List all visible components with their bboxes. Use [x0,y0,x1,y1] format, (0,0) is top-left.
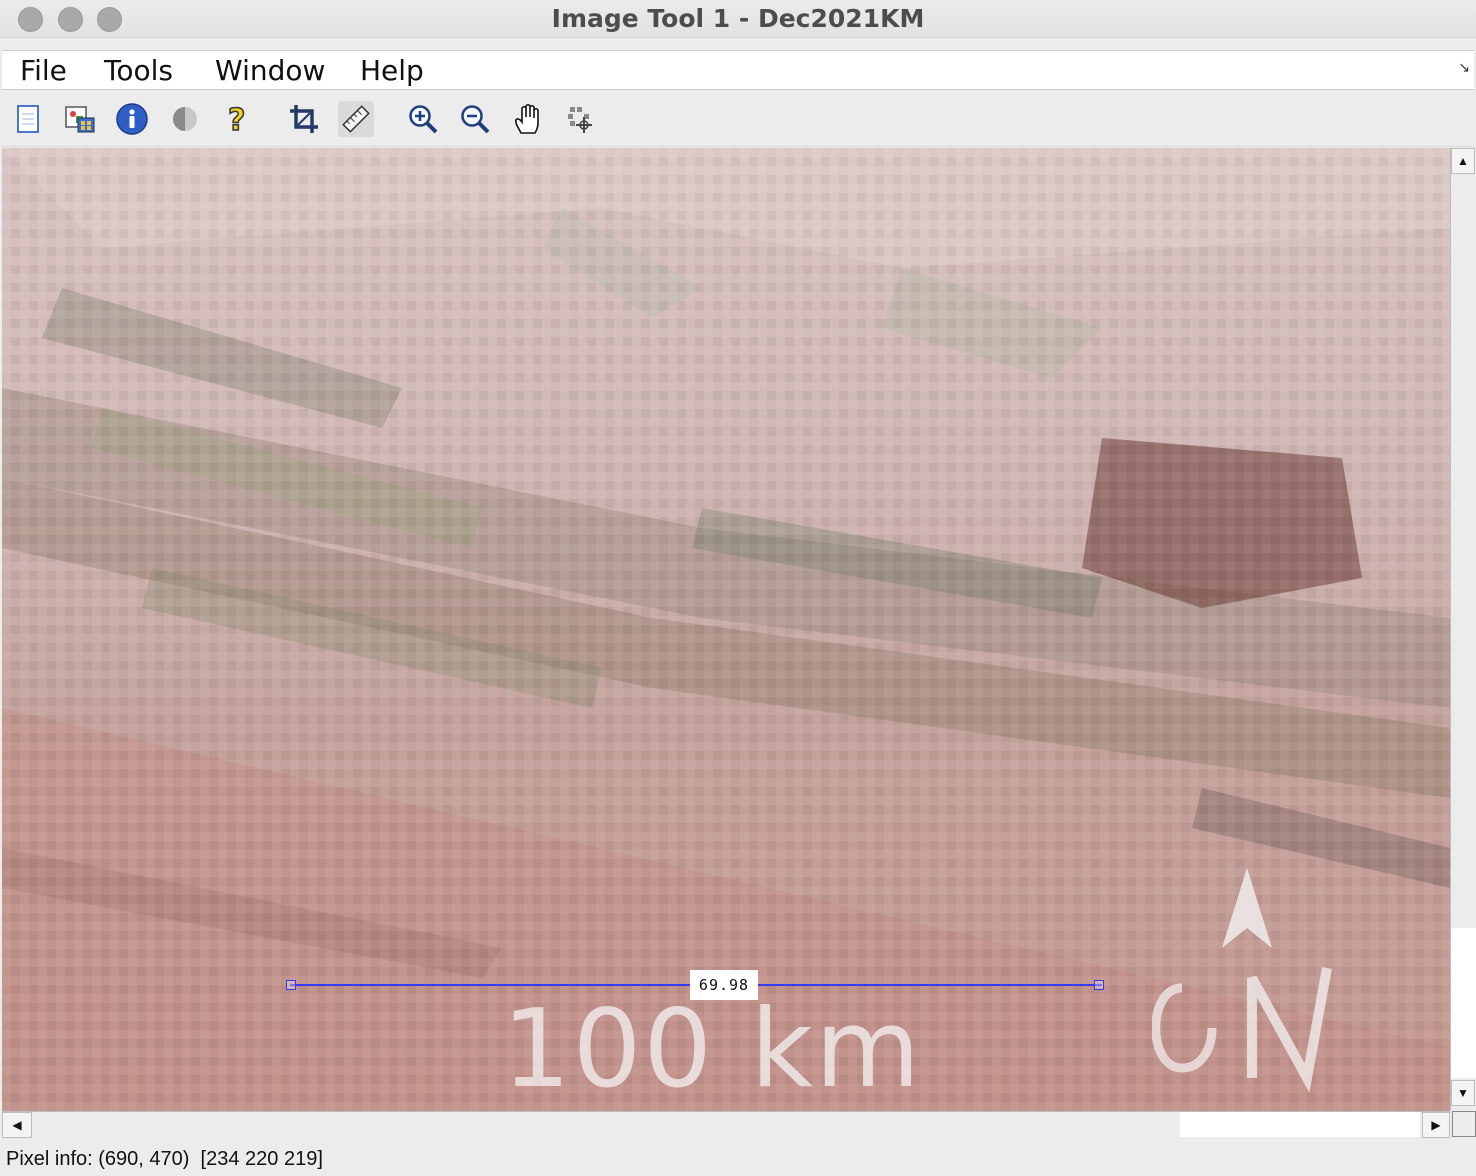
scroll-down-icon[interactable]: ▼ [1451,1080,1475,1106]
measure-distance-icon[interactable] [338,101,374,137]
menu-bar: File Tools Window Help ↘ [2,50,1474,90]
new-figure-icon[interactable] [10,101,46,137]
menu-window[interactable]: Window [215,54,325,87]
crop-image-icon[interactable] [286,101,322,137]
horizontal-scrollbar[interactable]: ◀ ▶ [2,1111,1450,1138]
measurement-endpoint-right[interactable] [1094,980,1104,990]
horizontal-scroll-thumb[interactable] [1180,1112,1420,1137]
title-bar: Image Tool 1 - Dec2021KM [0,0,1476,38]
pixel-info-text: Pixel info: (690, 470) [234 220 219] [6,1148,323,1170]
window-title: Image Tool 1 - Dec2021KM [551,4,925,33]
pan-icon[interactable] [510,101,546,137]
scroll-left-icon[interactable]: ◀ [2,1112,32,1138]
distance-measurement-label: 69.98 [690,970,758,1000]
scroll-right-icon[interactable]: ▶ [1422,1112,1450,1138]
menu-tools[interactable]: Tools [104,54,173,87]
vertical-scroll-thumb[interactable] [1451,928,1476,1078]
scrollbar-corner [1452,1111,1476,1137]
measurement-endpoint-left[interactable] [286,980,296,990]
vertical-scrollbar[interactable]: ▲ ▼ [1450,148,1476,1111]
zoom-out-icon[interactable] [457,101,493,137]
adjust-contrast-icon[interactable] [167,101,203,137]
image-info-icon[interactable] [114,101,150,137]
status-bar: Pixel info: (690, 470) [234 220 219] [0,1140,1476,1176]
export-image-icon[interactable] [62,101,98,137]
pixel-region-icon[interactable] [562,101,598,137]
vertical-scroll-track[interactable] [1451,178,1476,928]
overview-help-icon[interactable]: ? [219,101,255,137]
menu-file[interactable]: File [20,54,67,87]
north-arrow-icon [1152,868,1332,1093]
scale-bar-label: 100 km [502,987,923,1111]
toolbar: ? [2,91,1474,147]
svg-text:?: ? [228,103,245,135]
zoom-in-icon[interactable] [405,101,441,137]
scroll-up-icon[interactable]: ▲ [1451,148,1475,174]
image-tool-window: Image Tool 1 - Dec2021KM File Tools Wind… [0,0,1476,1176]
undock-icon[interactable]: ↘ [1458,59,1470,76]
menu-help[interactable]: Help [360,54,424,87]
image-display-area[interactable]: 100 km 69.98 [2,148,1450,1111]
